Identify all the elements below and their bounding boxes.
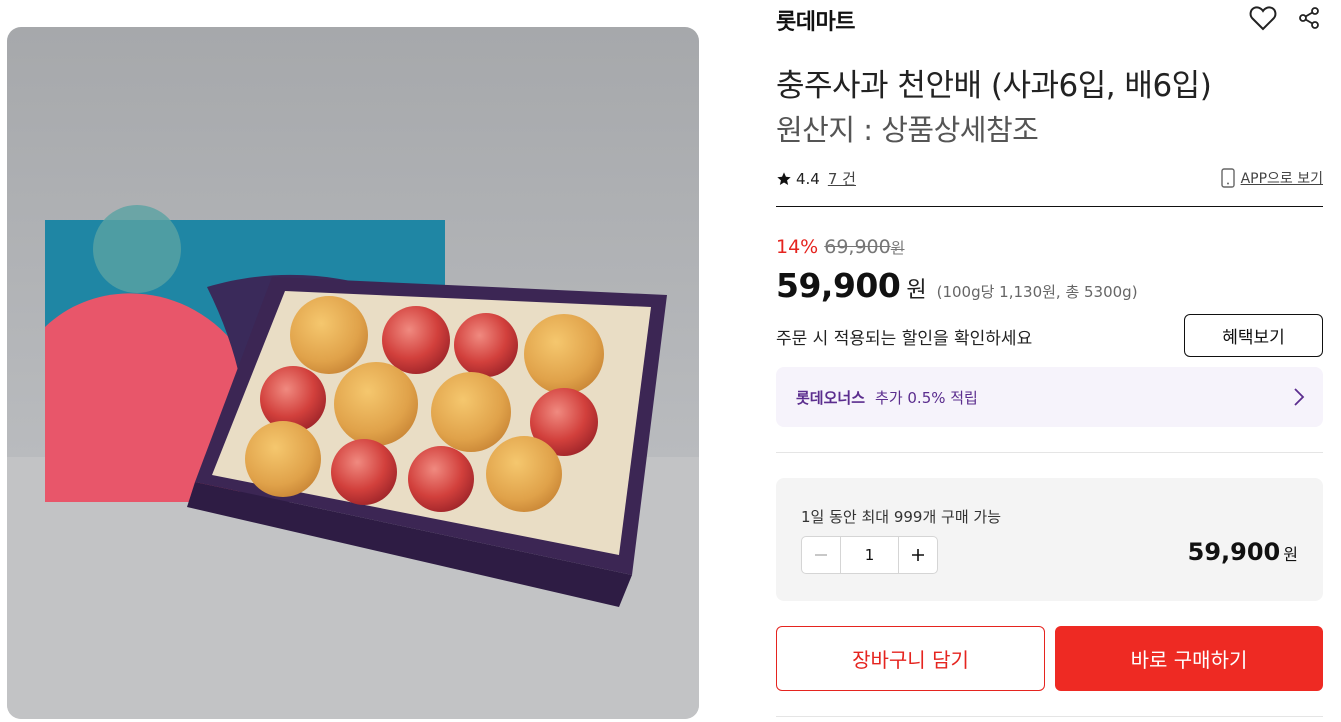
product-image[interactable]	[7, 27, 699, 719]
quantity-box: 1일 동안 최대 999개 구매 가능 1 59,900 원	[776, 478, 1323, 601]
membership-reward: 추가 0.5% 적립	[875, 388, 978, 407]
plus-icon	[912, 549, 924, 561]
increase-quantity-button[interactable]	[898, 537, 937, 573]
product-info-panel: 롯데마트 충주사과 천안배 (사과6입, 배6입) 원산지 : 상품상세참조 4…	[776, 0, 1323, 722]
product-title: 충주사과 천안배 (사과6입, 배6입)	[776, 68, 1212, 104]
review-count-link[interactable]: 7 건	[828, 168, 856, 189]
discount-notice: 주문 시 적용되는 할인을 확인하세요	[776, 329, 1033, 349]
membership-banner[interactable]: 롯데오너스 추가 0.5% 적립	[776, 367, 1323, 427]
total-price-value: 59,900	[1187, 538, 1281, 566]
decrease-quantity-button[interactable]	[802, 537, 841, 573]
rating: 4.4 7 건	[776, 168, 856, 189]
product-origin: 원산지 : 상품상세참조	[776, 113, 1039, 147]
original-price-value: 69,900	[824, 236, 891, 258]
app-view-label: APP으로 보기	[1240, 171, 1323, 187]
heart-icon[interactable]	[1249, 4, 1277, 32]
unit-price: (100g당 1,130원, 총 5300g)	[936, 283, 1138, 301]
view-benefits-button[interactable]: 혜택보기	[1184, 314, 1323, 357]
buy-now-button[interactable]: 바로 구매하기	[1055, 626, 1323, 691]
divider	[776, 716, 1323, 717]
quantity-input[interactable]: 1	[841, 537, 898, 573]
top-actions	[1249, 4, 1323, 32]
mobile-phone-icon	[1220, 168, 1235, 188]
brand-name[interactable]: 롯데마트	[776, 4, 855, 36]
original-price-currency: 원	[890, 239, 905, 257]
original-price: 69,900원	[824, 236, 904, 258]
discount-row: 14% 69,900원	[776, 236, 905, 258]
purchase-limit-text: 1일 동안 최대 999개 구매 가능	[801, 508, 1002, 526]
star-icon	[777, 171, 791, 185]
sale-price: 59,900	[776, 266, 901, 305]
product-photo-illustration	[7, 27, 699, 719]
chevron-right-icon	[1294, 388, 1305, 406]
quantity-stepper: 1	[801, 536, 938, 574]
discount-rate: 14%	[776, 236, 819, 258]
divider	[776, 452, 1323, 453]
rating-score: 4.4	[796, 169, 820, 188]
membership-name: 롯데오너스	[796, 388, 866, 407]
sale-price-currency: 원	[906, 278, 927, 303]
add-to-cart-button[interactable]: 장바구니 담기	[776, 626, 1045, 691]
share-icon[interactable]	[1295, 4, 1323, 32]
minus-icon	[815, 554, 827, 556]
divider	[776, 206, 1323, 207]
app-view-link[interactable]: APP으로 보기	[1220, 168, 1323, 188]
sale-price-row: 59,900 원 (100g당 1,130원, 총 5300g)	[776, 266, 1138, 305]
total-price-currency: 원	[1283, 545, 1298, 564]
total-price: 59,900 원	[1188, 538, 1298, 566]
